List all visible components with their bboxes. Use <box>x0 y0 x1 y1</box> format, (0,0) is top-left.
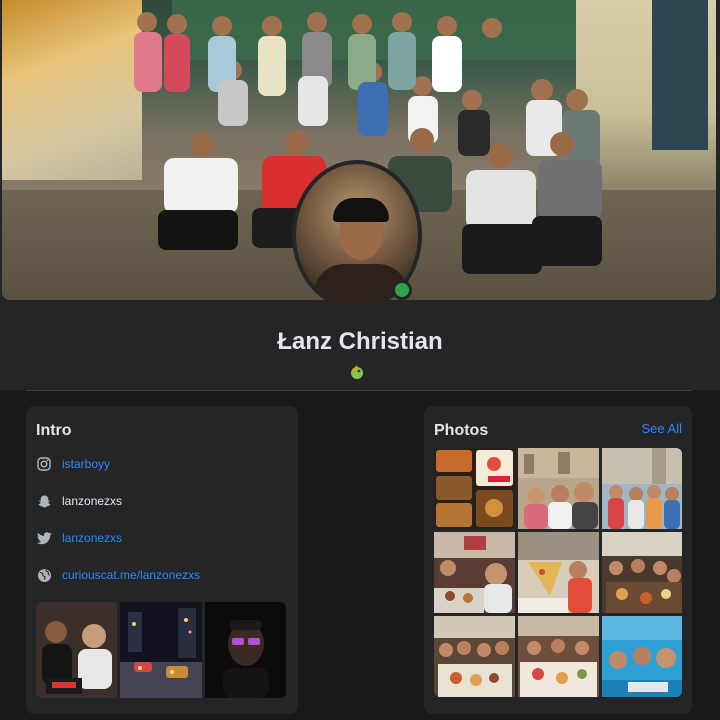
cover-locker <box>652 0 708 150</box>
online-status-indicator <box>392 280 412 300</box>
bio-emoji-icon <box>351 365 363 379</box>
see-all-photos-link[interactable]: See All <box>642 421 682 436</box>
intro-title: Intro <box>36 422 72 439</box>
featured-photo[interactable] <box>36 602 118 698</box>
photo-thumbnail[interactable] <box>518 532 599 613</box>
intro-item-website[interactable]: curiouscat.me/lanzonezxs <box>36 565 200 585</box>
photo-thumbnail[interactable] <box>602 448 682 529</box>
twitter-icon <box>36 530 52 546</box>
featured-photo[interactable] <box>204 602 286 698</box>
photo-thumbnail[interactable] <box>602 616 682 697</box>
instagram-icon <box>36 456 52 472</box>
snapchat-icon <box>36 493 52 509</box>
photos-grid <box>434 448 682 697</box>
intro-item-snapchat[interactable]: lanzonezxs <box>36 491 122 511</box>
featured-photo[interactable] <box>120 602 202 698</box>
intro-item-instagram[interactable]: istarboyy <box>36 454 110 474</box>
photo-thumbnail[interactable] <box>434 532 515 613</box>
photo-thumbnail[interactable] <box>434 616 515 697</box>
intro-item-label[interactable]: istarboyy <box>62 457 110 471</box>
photo-thumbnail[interactable] <box>518 616 599 697</box>
profile-header: Łanz Christian <box>0 0 720 391</box>
intro-item-label[interactable]: lanzonezxs <box>62 531 122 545</box>
intro-item-twitter[interactable]: lanzonezxs <box>36 528 122 548</box>
photos-card: Photos See All <box>424 406 692 714</box>
globe-icon <box>36 567 52 583</box>
intro-featured-photos <box>36 602 286 698</box>
cover-wall-left <box>2 0 142 180</box>
photo-thumbnail[interactable] <box>518 448 599 529</box>
intro-item-label[interactable]: curiouscat.me/lanzonezxs <box>62 568 200 582</box>
photo-thumbnail[interactable] <box>602 532 682 613</box>
intro-card: Intro istarboyy lanzonezxs lanzonezxs cu… <box>26 406 298 714</box>
photos-title: Photos <box>434 422 489 439</box>
profile-name: Łanz Christian <box>277 328 443 355</box>
intro-item-label: lanzonezxs <box>62 494 123 508</box>
photo-thumbnail[interactable] <box>434 448 515 529</box>
header-divider <box>26 390 692 391</box>
